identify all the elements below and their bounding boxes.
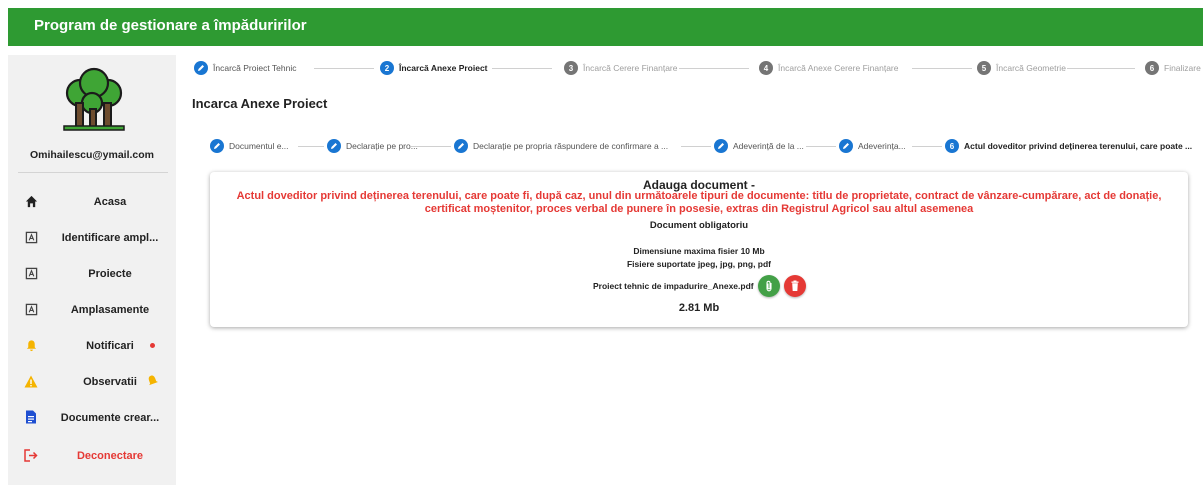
uploaded-file-row: Proiect tehnic de impadurire_Anexe.pdf (593, 273, 810, 299)
required-label: Document obligatoriu (649, 220, 749, 231)
sub-step-label: Declarație pe pro... (346, 141, 418, 151)
sub-step-5[interactable]: Adeverința... (839, 139, 906, 153)
logout-icon (24, 448, 38, 462)
main-step-label: Încarcă Geometrie (996, 63, 1066, 73)
step-number: 5 (977, 61, 991, 75)
sidebar-item-label: Amplasamente (70, 304, 150, 316)
main-step-2[interactable]: 2 Încarcă Anexe Proiect (380, 61, 488, 75)
sub-step-label: Documentul e... (229, 141, 289, 151)
step-connector (298, 146, 324, 147)
sub-step-label: Adeverința... (858, 141, 906, 151)
supported-types-label: Fisiere suportate jpeg, jpg, png, pdf (626, 259, 772, 269)
main-step-label: Încarcă Cerere Finanțare (583, 63, 678, 73)
sidebar-item-proiecte[interactable]: Proiecte (8, 261, 176, 287)
main-step-4[interactable]: 4 Încarcă Anexe Cerere Finanțare (759, 61, 898, 75)
sub-step-2[interactable]: Declarație pe pro... (327, 139, 418, 153)
section-title: Incarca Anexe Proiect (192, 96, 328, 111)
sidebar-item-deconectare[interactable]: Deconectare (8, 443, 176, 469)
user-email: Omihailescu@ymail.com (29, 149, 155, 161)
sidebar-item-label: Proiecte (88, 268, 132, 280)
sidebar-item-label: Deconectare (76, 450, 144, 462)
sidebar: Omihailescu@ymail.com Acasa Identificare… (8, 55, 176, 485)
sidebar-item-label: Documente crear... (60, 412, 160, 424)
pencil-icon (839, 139, 853, 153)
file-size: 2.81 Mb (678, 302, 720, 314)
sub-step-label: Declarație pe propria răspundere de conf… (473, 141, 669, 151)
step-connector (806, 146, 836, 147)
pencil-icon (327, 139, 341, 153)
main-step-3[interactable]: 3 Încarcă Cerere Finanțare (564, 61, 678, 75)
attach-button[interactable] (757, 275, 780, 297)
main-step-label: Finalizare (1164, 63, 1201, 73)
step-number: 6 (945, 139, 959, 153)
max-size-label: Dimensiune maxima fisier 10 Mb (633, 246, 765, 256)
sub-step-label: Actul doveditor privind deținerea terenu… (964, 141, 1193, 151)
upload-card: Adauga document - Actul doveditor privin… (210, 172, 1188, 327)
notification-dot (150, 343, 155, 348)
main-step-1[interactable]: Încarcă Proiect Tehnic (194, 61, 296, 75)
pencil-icon (714, 139, 728, 153)
sidebar-item-label: Identificare ampl... (61, 232, 159, 244)
paperclip-icon (766, 280, 772, 292)
sidebar-item-amplasamente[interactable]: Amplasamente (8, 297, 176, 323)
map-pin-icon (24, 266, 38, 280)
main-step-label: Încarcă Anexe Proiect (399, 63, 488, 73)
sidebar-item-label: Notificari (86, 340, 134, 352)
sub-step-3[interactable]: Declarație pe propria răspundere de conf… (454, 139, 668, 153)
step-connector (681, 146, 711, 147)
sidebar-item-documente[interactable]: Documente crear... (8, 405, 176, 431)
bell-icon (24, 338, 38, 352)
sidebar-item-observatii[interactable]: Observatii (8, 369, 176, 395)
document-icon (24, 410, 38, 424)
step-number: 6 (1145, 61, 1159, 75)
file-name: Proiect tehnic de impadurire_Anexe.pdf (593, 281, 754, 291)
warning-icon (24, 374, 38, 388)
home-icon (24, 194, 38, 208)
map-pin-icon (24, 230, 38, 244)
main-step-label: Încarcă Anexe Cerere Finanțare (778, 63, 899, 73)
trees-logo-icon (63, 67, 125, 131)
sub-step-label: Adeverință de la ... (733, 141, 804, 151)
step-number: 3 (564, 61, 578, 75)
main-step-label: Încarcă Proiect Tehnic (213, 63, 297, 73)
app-bar: Program de gestionare a împăduririlor (8, 8, 1203, 46)
step-number: 4 (759, 61, 773, 75)
main-step-5[interactable]: 5 Încarcă Geometrie (977, 61, 1066, 75)
trash-icon (791, 280, 799, 291)
document-description: Actul doveditor privind deținerea terenu… (236, 190, 1162, 215)
main-step-6[interactable]: 6 Finalizare (1145, 61, 1201, 75)
sidebar-item-acasa[interactable]: Acasa (8, 189, 176, 215)
app-title: Program de gestionare a împăduririlor (34, 17, 307, 34)
delete-button[interactable] (783, 275, 806, 297)
sub-step-1[interactable]: Documentul e... (210, 139, 289, 153)
step-connector (912, 146, 942, 147)
main-stepper: Încarcă Proiect Tehnic 2 Încarcă Anexe P… (192, 61, 1203, 81)
step-connector (679, 68, 749, 69)
pencil-icon (454, 139, 468, 153)
sidebar-item-notificari[interactable]: Notificari (8, 333, 176, 359)
map-pin-icon (24, 302, 38, 316)
sidebar-item-label: Acasa (93, 196, 127, 208)
pencil-icon (210, 139, 224, 153)
step-connector (492, 68, 552, 69)
step-connector (314, 68, 374, 69)
step-connector (912, 68, 972, 69)
sub-stepper: Documentul e... Declarație pe pro... Dec… (210, 139, 1203, 159)
step-number: 2 (380, 61, 394, 75)
sidebar-divider (18, 172, 168, 173)
pencil-icon (194, 61, 208, 75)
ringing-bell-icon (146, 374, 159, 392)
step-connector (1067, 68, 1135, 69)
sidebar-item-identificare[interactable]: Identificare ampl... (8, 225, 176, 251)
sub-step-6[interactable]: 6 Actul doveditor privind deținerea tere… (945, 139, 1192, 153)
sub-step-4[interactable]: Adeverință de la ... (714, 139, 804, 153)
